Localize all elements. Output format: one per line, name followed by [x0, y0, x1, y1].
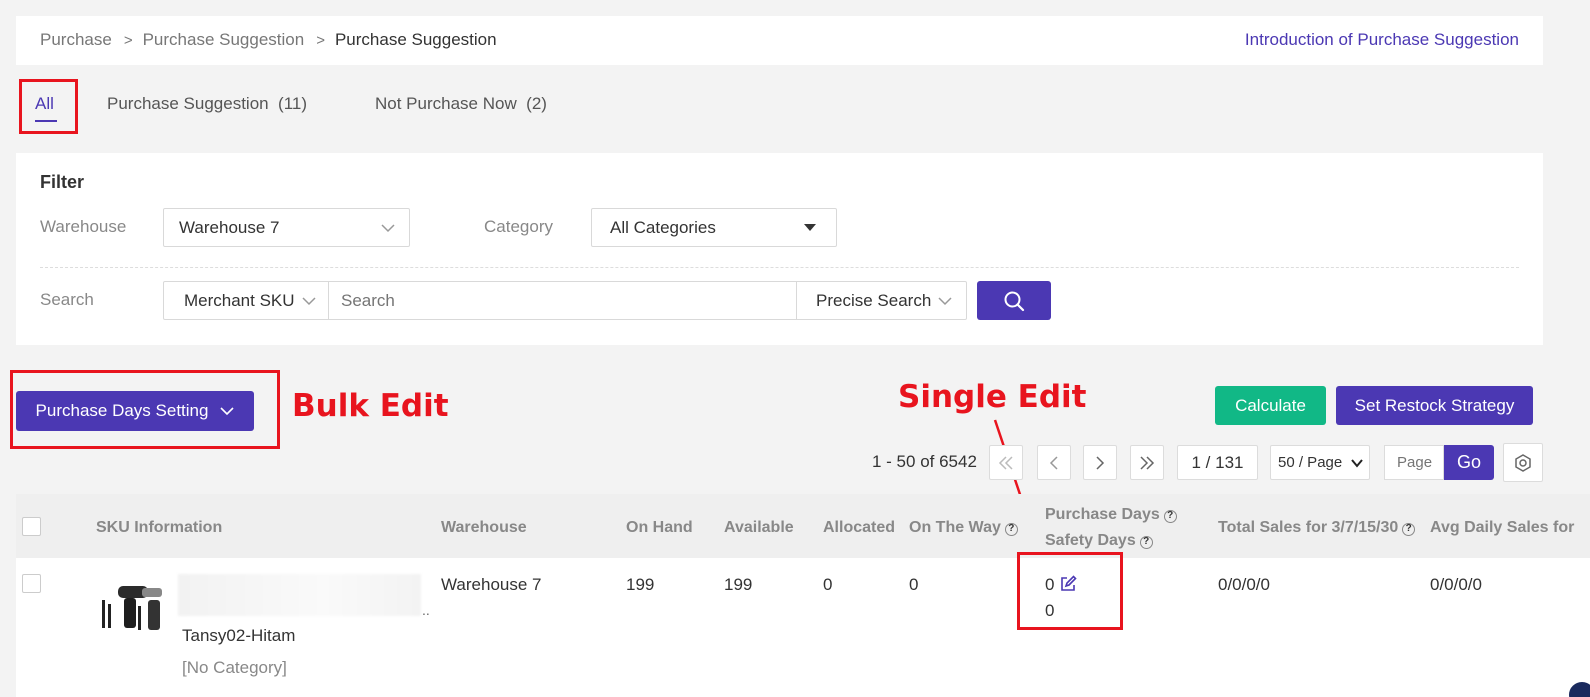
chevron-right-icon [1096, 455, 1105, 470]
chevron-down-icon [1351, 459, 1363, 468]
pagination-range: 1 - 50 of 6542 [872, 452, 977, 471]
warehouse-select[interactable]: Warehouse 7 [163, 208, 410, 247]
breadcrumb-item-current: Purchase Suggestion [334, 30, 497, 49]
search-field-select[interactable]: Merchant SKU [163, 281, 329, 320]
page-indicator[interactable]: 1 / 131 [1177, 445, 1258, 480]
set-restock-strategy-button[interactable]: Set Restock Strategy [1336, 386, 1533, 425]
category-select-value: All Categories [610, 218, 716, 237]
select-all-checkbox[interactable] [22, 517, 41, 536]
help-icon[interactable]: ? [1163, 510, 1177, 523]
search-field-value: Merchant SKU [184, 291, 295, 310]
go-button[interactable]: Go [1444, 445, 1494, 480]
caret-down-icon [804, 224, 816, 231]
chevron-down-icon [302, 297, 316, 306]
header-on-the-way-label: On The Way [909, 519, 1001, 536]
help-icon[interactable]: ? [1402, 523, 1416, 536]
search-mode-value: Precise Search [816, 291, 932, 310]
cell-available: 199 [724, 575, 753, 594]
cell-warehouse: Warehouse 7 [441, 575, 542, 594]
category-select[interactable]: All Categories [591, 208, 837, 247]
table-row: .. Tansy02-Hitam [No Category] Warehouse… [16, 558, 1590, 697]
annotation-box-bulk-edit [10, 370, 280, 449]
settings-icon [1515, 453, 1531, 472]
product-thumbnail[interactable] [98, 580, 168, 636]
header-total-sales: Total Sales for 3/7/15/30? [1218, 519, 1416, 537]
filter-title: Filter [40, 172, 85, 192]
double-chevron-left-icon [998, 455, 1013, 470]
page-size-value: 50 / Page [1278, 454, 1343, 471]
product-name-ellipsis: .. [422, 602, 430, 618]
header-available: Available [724, 519, 794, 536]
page-jump-input[interactable] [1384, 445, 1444, 480]
filter-panel: Filter Warehouse Warehouse 7 Category Al… [16, 153, 1543, 345]
cell-allocated: 0 [823, 575, 833, 594]
next-page-button[interactable] [1083, 445, 1117, 480]
header-purchase-days: Purchase Days? [1045, 506, 1177, 524]
search-input[interactable] [328, 281, 797, 320]
category-label: Category [484, 217, 553, 236]
header-safety-days-label: Safety Days [1045, 532, 1136, 549]
last-page-button[interactable] [1130, 445, 1164, 480]
product-name-blurred [178, 574, 421, 616]
product-category: [No Category] [182, 658, 287, 677]
cell-on-hand: 199 [626, 575, 655, 594]
header-on-hand: On Hand [626, 519, 693, 536]
help-icon[interactable]: ? [1004, 523, 1018, 536]
double-chevron-right-icon [1140, 455, 1155, 470]
search-icon [1004, 291, 1025, 311]
chevron-left-icon [1049, 455, 1058, 470]
annotation-box-single-edit [1017, 552, 1123, 630]
introduction-link[interactable]: Introduction of Purchase Suggestion [1245, 30, 1519, 50]
header-total-sales-label: Total Sales for 3/7/15/30 [1218, 519, 1399, 536]
chevron-down-icon [381, 224, 395, 233]
search-button[interactable] [977, 281, 1051, 320]
first-page-button[interactable] [989, 445, 1023, 480]
breadcrumb-item-purchase[interactable]: Purchase [40, 30, 112, 50]
header-avg-daily-sales: Avg Daily Sales for [1430, 519, 1575, 536]
header-allocated: Allocated [823, 519, 896, 536]
product-sku[interactable]: Tansy02-Hitam [182, 626, 295, 646]
annotation-single-edit: Single Edit [898, 379, 1087, 415]
row-checkbox[interactable] [22, 574, 41, 593]
breadcrumb-bar: Purchase > Purchase Suggestion > Purchas… [16, 16, 1543, 65]
breadcrumb-item-purchase-suggestion[interactable]: Purchase Suggestion [143, 30, 305, 50]
header-safety-days: Safety Days? [1045, 532, 1153, 550]
prev-page-button[interactable] [1037, 445, 1071, 480]
breadcrumb: Purchase > Purchase Suggestion > Purchas… [40, 30, 497, 50]
column-settings-button[interactable] [1503, 443, 1543, 482]
page-size-select[interactable]: 50 / Page [1270, 445, 1370, 480]
search-mode-select[interactable]: Precise Search [796, 281, 967, 320]
tab-purchase-suggestion[interactable]: Purchase Suggestion (11) [107, 94, 307, 114]
table-header: SKU Information Warehouse On Hand Availa… [16, 494, 1590, 558]
help-icon[interactable]: ? [1139, 536, 1153, 549]
warehouse-select-value: Warehouse 7 [179, 218, 280, 237]
breadcrumb-separator: > [316, 31, 325, 49]
header-warehouse: Warehouse [441, 519, 527, 536]
header-sku-information: SKU Information [96, 519, 223, 536]
search-label: Search [40, 290, 94, 309]
cell-on-the-way: 0 [909, 575, 919, 594]
annotation-box-all-tab [19, 79, 78, 134]
breadcrumb-separator: > [123, 31, 133, 49]
header-purchase-days-label: Purchase Days [1045, 506, 1160, 523]
cell-total-sales: 0/0/0/0 [1218, 575, 1270, 594]
cell-avg-daily-sales: 0/0/0/0 [1430, 575, 1482, 594]
calculate-button[interactable]: Calculate [1215, 386, 1326, 425]
warehouse-label: Warehouse [40, 217, 127, 236]
chevron-down-icon [938, 297, 952, 306]
annotation-bulk-edit: Bulk Edit [292, 388, 449, 424]
header-on-the-way: On The Way? [909, 519, 1018, 537]
filter-divider [40, 267, 1519, 268]
tab-not-purchase-now[interactable]: Not Purchase Now (2) [375, 94, 547, 114]
